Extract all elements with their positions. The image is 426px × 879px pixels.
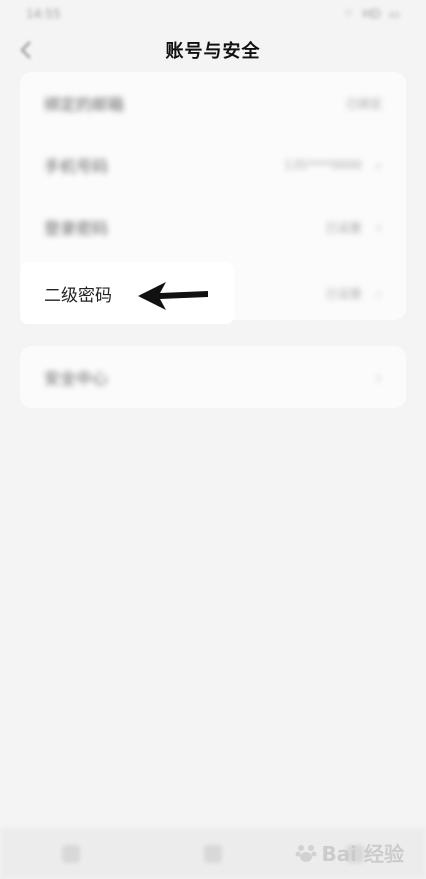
status-indicators: ⌔ HD ▭: [343, 7, 400, 22]
settings-row-security-center[interactable]: 安全中心 ›: [20, 346, 406, 408]
status-bar: 14:55 ⌔ HD ▭: [0, 0, 426, 28]
settings-row-phone[interactable]: 手机号码 135****0000 ›: [20, 134, 406, 196]
pointer-arrow-icon: [138, 282, 208, 310]
row-right: 135****0000 ›: [284, 156, 382, 175]
chevron-right-icon: ›: [375, 367, 382, 387]
row-value: 135****0000: [284, 158, 362, 172]
home-button[interactable]: [204, 844, 222, 863]
page-title: 账号与安全: [165, 41, 261, 62]
security-center-card: 安全中心 ›: [20, 346, 406, 408]
row-right: 已绑定: [346, 95, 382, 112]
paw-logo-icon: [295, 844, 317, 862]
row-value: 已绑定: [345, 96, 382, 111]
settings-row-secondary-password[interactable]: 二级密码 已设置 ›: [20, 262, 406, 324]
back-button[interactable]: [10, 34, 42, 66]
row-label: 二级密码: [44, 285, 112, 306]
row-label: 登录密码: [44, 219, 109, 238]
watermark-text: Bai 经验: [321, 842, 404, 866]
watermark: Bai 经验: [295, 838, 404, 867]
settings-row-email[interactable]: 绑定的邮箱 已绑定: [20, 72, 406, 134]
row-label: 手机号码: [44, 157, 109, 176]
row-right: ›: [376, 368, 382, 387]
chevron-right-icon: ›: [375, 283, 382, 303]
wifi-icon: ⌔: [343, 6, 355, 21]
row-right: 已设置 ›: [326, 218, 382, 237]
row-label: 绑定的邮箱: [44, 95, 125, 114]
row-value: 已设置: [325, 220, 362, 235]
chevron-right-icon: ›: [375, 217, 382, 237]
network-type: HD: [362, 7, 381, 21]
menu-button[interactable]: [62, 844, 80, 863]
settings-row-login-password[interactable]: 登录密码 已设置 ›: [20, 196, 406, 258]
chevron-right-icon: ›: [375, 155, 382, 175]
battery-icon: ▭: [388, 7, 400, 21]
chevron-left-icon: [20, 41, 31, 59]
row-right: 已设置 ›: [326, 284, 382, 303]
nav-bar: 账号与安全: [0, 28, 426, 72]
row-value: 已设置: [325, 286, 362, 301]
row-label: 安全中心: [44, 369, 109, 388]
status-time: 14:55: [26, 7, 61, 21]
